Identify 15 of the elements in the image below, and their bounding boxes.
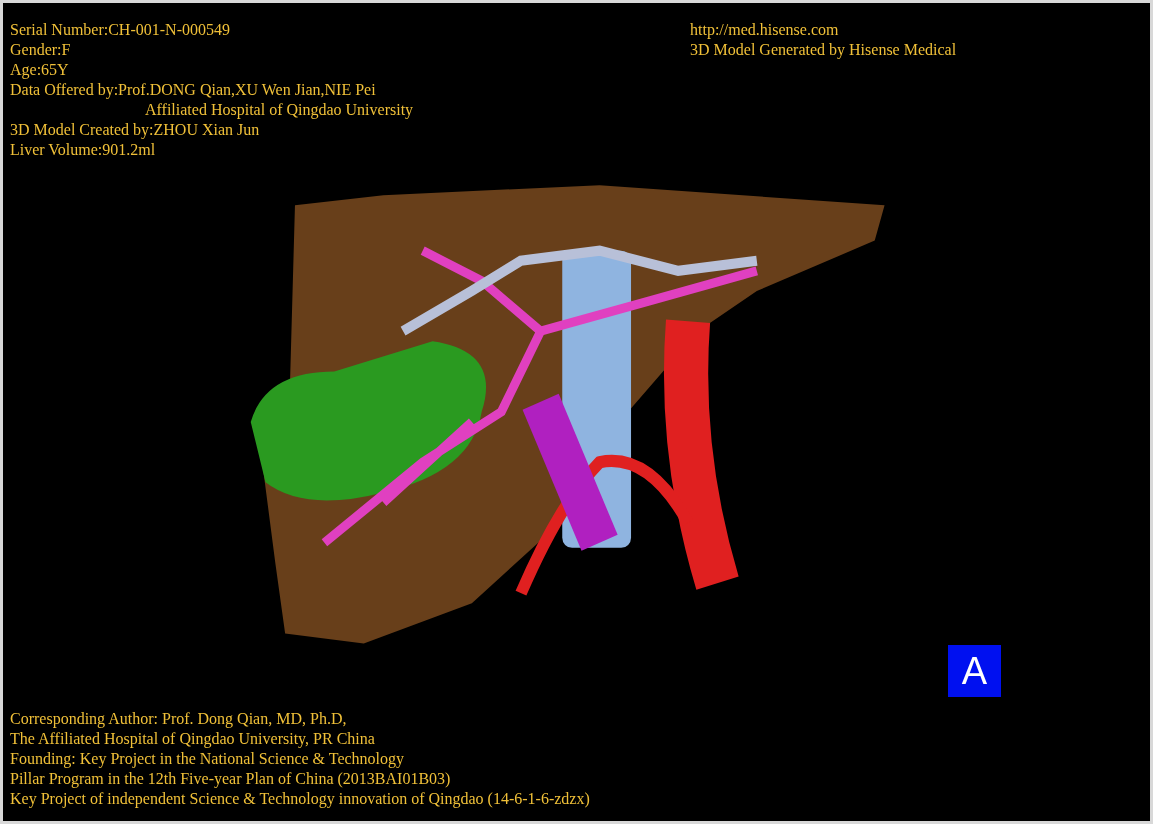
credit-text: Pillar Program in the 12th Five-year Plan of China (2013BAI01B03) — [10, 769, 452, 789]
info-text: 3D Model Created by:ZHOU Xian Jun — [10, 120, 261, 140]
info-text: Serial Number:CH-001-N-000549 — [10, 20, 231, 40]
credit-text: Founding: Key Project in the National Science & Technology — [10, 749, 406, 769]
credit-text: Corresponding Author: Prof. Dong Qian, MD, Ph.D, — [10, 709, 348, 729]
info-text: Affiliated Hospital of Qingdao University — [144, 100, 415, 120]
info-text: 3D Model Generated by Hisense Medical — [690, 40, 958, 60]
view-label: A — [948, 645, 1001, 697]
credit-text: The Affiliated Hospital of Qingdao University, PR China — [10, 729, 376, 749]
info-text: Data Offered by:Prof.DONG Qian,XU Wen Jian,NIE Pei — [10, 80, 377, 100]
info-text: Age:65Y — [10, 60, 70, 80]
info-text: Gender:F — [10, 40, 72, 60]
info-text: http://med.hisense.com — [690, 20, 840, 40]
credit-text: Key Project of independent Science & Technology innovation of Qingdao (14-6-1-6-zdzx) — [10, 789, 591, 809]
info-text: Liver Volume:901.2ml — [10, 140, 157, 160]
